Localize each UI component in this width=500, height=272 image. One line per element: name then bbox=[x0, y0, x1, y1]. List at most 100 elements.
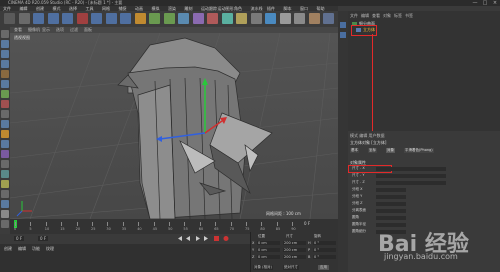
attr-tab[interactable]: 基本 bbox=[350, 148, 359, 153]
object-manager-menu-item[interactable]: 文件 bbox=[350, 13, 358, 19]
coord-axis-label: Z bbox=[252, 255, 255, 259]
toolbar-tool-icon[interactable] bbox=[265, 13, 276, 24]
toolbar-tool-icon[interactable] bbox=[192, 13, 204, 24]
left-tool-icon[interactable] bbox=[1, 200, 9, 208]
content-browser-tab-icon[interactable] bbox=[340, 32, 346, 38]
timeline-tick bbox=[138, 222, 139, 226]
left-tool-icon[interactable] bbox=[1, 120, 9, 128]
toolbar-tool-icon[interactable] bbox=[221, 13, 233, 24]
playback-controls[interactable] bbox=[176, 235, 232, 242]
left-tool-icon[interactable] bbox=[1, 140, 9, 148]
perspective-viewport[interactable]: 透视视图 网格间距 : 100 cm bbox=[10, 33, 338, 219]
right-icon-strip bbox=[338, 11, 348, 272]
coord-rot-axis-label: P bbox=[308, 248, 311, 252]
toolbar-tool-icon[interactable] bbox=[105, 13, 117, 24]
coord-rot-field[interactable]: 0 ° bbox=[313, 255, 336, 259]
minimize-button[interactable]: — bbox=[470, 0, 480, 6]
object-manager-menu-item[interactable]: 对象 bbox=[383, 13, 391, 19]
toolbar-tool-icon[interactable] bbox=[33, 13, 44, 24]
toolbar-tool-icon[interactable] bbox=[250, 13, 262, 24]
left-tool-icon[interactable] bbox=[1, 100, 9, 108]
maximize-button[interactable]: □ bbox=[480, 0, 490, 6]
toolbar-tool-icon[interactable] bbox=[91, 13, 102, 24]
left-tool-icon[interactable] bbox=[1, 220, 9, 228]
left-tool-icon[interactable] bbox=[1, 70, 9, 78]
attr-value-field[interactable] bbox=[376, 181, 446, 185]
toolbar-tool-icon[interactable] bbox=[163, 13, 175, 24]
left-tool-icon[interactable] bbox=[1, 150, 9, 158]
attr-value-field[interactable] bbox=[376, 202, 406, 206]
attr-value-field[interactable] bbox=[376, 209, 406, 213]
attr-tab[interactable]: 对象 bbox=[386, 148, 395, 153]
attr-value-field[interactable] bbox=[376, 174, 446, 178]
timeline-tick-label: 10 bbox=[44, 227, 50, 231]
viewport-label: 透视视图 bbox=[14, 35, 30, 40]
toolbar-tool-icon[interactable] bbox=[120, 13, 131, 24]
left-tool-icon[interactable] bbox=[1, 170, 9, 178]
left-tool-icon[interactable] bbox=[1, 80, 9, 88]
coord-size-field[interactable]: 200 cm bbox=[283, 241, 306, 245]
toolbar-tool-icon[interactable] bbox=[178, 13, 189, 24]
coord-size-field[interactable]: 200 cm bbox=[283, 248, 306, 252]
left-tool-icon[interactable] bbox=[1, 190, 9, 198]
attr-row: 分段 Z bbox=[350, 201, 495, 207]
toolbar-tool-icon[interactable] bbox=[134, 13, 146, 24]
attr-row-label: 圆角细分 bbox=[352, 229, 366, 233]
left-tool-icon[interactable] bbox=[1, 180, 9, 188]
left-tool-icon[interactable] bbox=[1, 40, 9, 48]
attr-value-field[interactable] bbox=[376, 167, 446, 171]
left-tool-icon[interactable] bbox=[1, 160, 9, 168]
left-tool-icon[interactable] bbox=[1, 110, 9, 118]
apply-button[interactable]: 应用 bbox=[318, 265, 329, 270]
toolbar-tool-icon[interactable] bbox=[47, 13, 59, 24]
attr-value-field[interactable] bbox=[376, 195, 406, 199]
toolbar-tool-icon[interactable] bbox=[4, 13, 15, 24]
coord-pos-field[interactable]: 0 cm bbox=[257, 241, 280, 245]
coord-pos-field[interactable]: 0 cm bbox=[257, 248, 280, 252]
start-frame-field[interactable]: 0 F bbox=[14, 236, 25, 241]
timeline-tick-label: 20 bbox=[75, 227, 81, 231]
left-tool-icon[interactable] bbox=[1, 60, 9, 68]
toolbar-tool-icon[interactable] bbox=[149, 13, 160, 24]
toolbar-tool-icon[interactable] bbox=[76, 13, 88, 24]
toolbar-tool-icon[interactable] bbox=[323, 13, 334, 24]
toolbar-tool-icon[interactable] bbox=[279, 13, 291, 24]
material-menu-item[interactable]: 创建 bbox=[4, 246, 12, 252]
left-tool-icon[interactable] bbox=[1, 90, 9, 98]
material-menu-item[interactable]: 编辑 bbox=[18, 246, 26, 252]
coord-size-field[interactable]: 200 cm bbox=[283, 255, 306, 259]
attr-tab[interactable]: 平滑着色(Phong) bbox=[404, 148, 434, 153]
toolbar-tool-icon[interactable] bbox=[62, 13, 73, 24]
close-button[interactable]: × bbox=[490, 0, 500, 6]
toolbar-tool-icon[interactable] bbox=[18, 13, 30, 24]
object-manager-menu-item[interactable]: 查看 bbox=[372, 13, 380, 19]
toolbar-tool-icon[interactable] bbox=[236, 13, 247, 24]
material-menu-item[interactable]: 功能 bbox=[32, 246, 40, 252]
attr-value-field[interactable] bbox=[376, 216, 406, 220]
coord-rot-field[interactable]: 0 ° bbox=[313, 241, 336, 245]
object-manager-menu-item[interactable]: 编辑 bbox=[361, 13, 369, 19]
left-tool-icon[interactable] bbox=[1, 50, 9, 58]
timeline-tick bbox=[45, 222, 47, 226]
object-manager-menu-item[interactable]: 书签 bbox=[405, 13, 413, 19]
toolbar-tool-icon[interactable] bbox=[308, 13, 320, 24]
attr-header: 模式 编辑 用户数据 bbox=[350, 133, 385, 138]
size-mode-select[interactable]: 绝对尺寸 bbox=[283, 265, 299, 270]
coord-rot-field[interactable]: 0 ° bbox=[313, 248, 336, 252]
coord-axis-label: X bbox=[252, 241, 255, 245]
timeline-tick bbox=[215, 222, 216, 226]
toolbar-tool-icon[interactable] bbox=[207, 13, 218, 24]
attr-value-field[interactable] bbox=[376, 188, 406, 192]
left-tool-icon[interactable] bbox=[1, 130, 9, 138]
coord-mode-select[interactable]: 对象 (相对) bbox=[253, 265, 273, 270]
objects-tab-icon[interactable] bbox=[340, 22, 346, 28]
watermark-url: jingyan.baidu.com bbox=[384, 252, 458, 261]
left-tool-icon[interactable] bbox=[1, 210, 9, 218]
material-menu-item[interactable]: 纹理 bbox=[46, 246, 54, 252]
toolbar-tool-icon[interactable] bbox=[294, 13, 305, 24]
attr-tab[interactable]: 坐标 bbox=[368, 148, 377, 153]
coord-pos-field[interactable]: 0 cm bbox=[257, 255, 280, 259]
left-tool-icon[interactable] bbox=[1, 30, 9, 38]
min-frame-field[interactable]: 0 F bbox=[38, 236, 49, 241]
object-manager-menu-item[interactable]: 标签 bbox=[394, 13, 402, 19]
